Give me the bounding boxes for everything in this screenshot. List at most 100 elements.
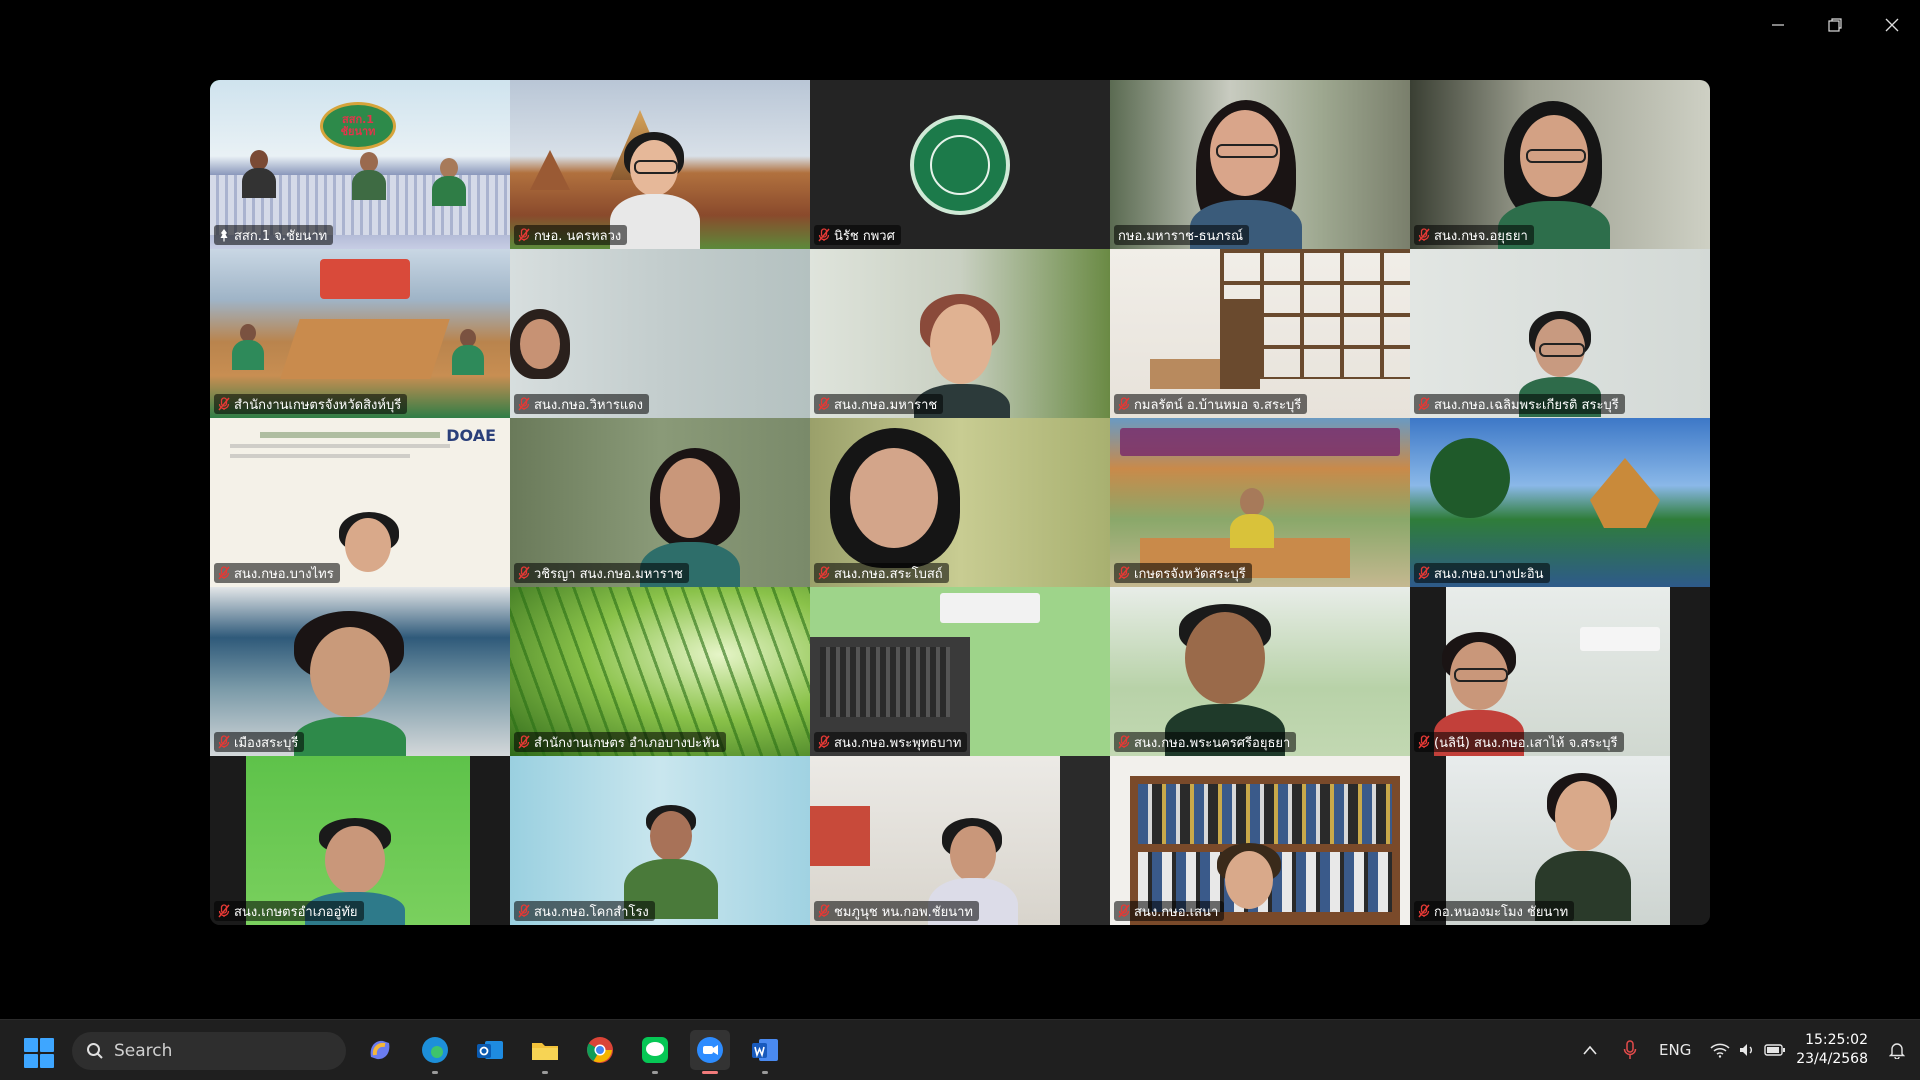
participant-name-tag: กมลรัตน์ อ.บ้านหมอ จ.สระบุรี [1114, 394, 1308, 414]
participant-name: สนง.กษอ.เสนา [1134, 904, 1219, 920]
participant-name: เกษตรจังหวัดสระบุรี [1134, 566, 1246, 582]
video-tile[interactable]: สนง.กษอ.โคกสำโรง [510, 756, 810, 925]
participant-name: สนง.กษอ.โคกสำโรง [534, 904, 649, 920]
input-language[interactable]: ENG [1650, 1041, 1700, 1059]
chrome-icon [587, 1037, 613, 1063]
copilot-button[interactable] [360, 1030, 400, 1070]
participant-name-tag: นิรัช กพวศ [814, 225, 901, 245]
search-label: Search [114, 1041, 173, 1061]
participant-name: สนง.กษจ.อยุธยา [1434, 228, 1528, 244]
video-tile[interactable]: นิรัช กพวศ [810, 80, 1110, 249]
video-tile[interactable]: สนง.กษอ.วิหารแดง [510, 249, 810, 418]
participant-name-tag: วชิรญา สนง.กษอ.มหาราช [514, 563, 689, 583]
mic-muted-icon [818, 735, 830, 749]
participant-name: กมลรัตน์ อ.บ้านหมอ จ.สระบุรี [1134, 397, 1302, 413]
taskbar-search[interactable]: Search [72, 1032, 346, 1070]
mic-muted-icon [218, 397, 230, 411]
participant-name-tag: สนง.กษอ.พระนครศรีอยุธยา [1114, 732, 1297, 752]
video-tile[interactable]: สนง.กษอ.บางปะอิน [1410, 418, 1710, 587]
participant-name: นิรัช กพวศ [834, 228, 895, 244]
notifications-button[interactable] [1882, 1041, 1912, 1059]
video-tile[interactable]: สนง.กษอ.สระโบสถ์ [810, 418, 1110, 587]
video-tile[interactable]: เกษตรจังหวัดสระบุรี [1110, 418, 1410, 587]
video-tile[interactable]: สนง.กษอ.เสนา [1110, 756, 1410, 925]
network-volume-battery-button[interactable] [1700, 1042, 1796, 1058]
video-tile[interactable]: กษอ.มหาราช-ธนภรณ์ [1110, 80, 1410, 249]
video-tile[interactable]: สสก.1 ชัยนาท สสก.1 จ.ชัยนาท [210, 80, 510, 249]
participant-name-tag: เมืองสระบุรี [214, 732, 305, 752]
video-tile[interactable]: สนง.กษจ.อยุธยา [1410, 80, 1710, 249]
mic-muted-icon [818, 566, 830, 580]
participant-name: สนง.กษอ.สระโบสถ์ [834, 566, 943, 582]
taskbar: Search ENG 15:25:02 23/4/2568 [0, 1019, 1920, 1080]
file-explorer-button[interactable] [525, 1030, 565, 1074]
line-button[interactable] [635, 1030, 675, 1074]
participant-name-tag: กอ.หนองมะโมง ชัยนาท [1414, 901, 1575, 921]
video-tile[interactable]: สำนักงานเกษตร อำเภอบางปะหัน [510, 587, 810, 756]
participant-name: สนง.กษอ.วิหารแดง [534, 397, 644, 413]
close-icon [1885, 18, 1898, 32]
chevron-up-icon [1583, 1045, 1597, 1055]
clock-time: 15:25:02 [1805, 1032, 1868, 1048]
volume-icon [1740, 1044, 1753, 1056]
mic-muted-icon [1418, 228, 1430, 242]
minimize-button[interactable] [1749, 0, 1806, 50]
mic-muted-icon [1118, 735, 1130, 749]
show-hidden-icons-button[interactable] [1570, 1045, 1610, 1055]
mic-muted-icon [218, 904, 230, 918]
edge-button[interactable] [415, 1030, 455, 1074]
clock-date: 23/4/2568 [1796, 1051, 1868, 1067]
mic-muted-icon [218, 566, 230, 580]
video-tile[interactable]: สนง.กษอ.มหาราช [810, 249, 1110, 418]
microphone-button[interactable] [1610, 1040, 1650, 1060]
mic-muted-icon [218, 735, 230, 749]
mic-muted-icon [518, 904, 530, 918]
participant-name: สนง.กษอ.พระนครศรีอยุธยา [1134, 735, 1291, 751]
participant-name-tag: (นลินี) สนง.กษอ.เสาไห้ จ.สระบุรี [1414, 732, 1624, 752]
video-tile[interactable]: ชมภูนุช หน.กอพ.ชัยนาท [810, 756, 1110, 925]
participant-name: กอ.หนองมะโมง ชัยนาท [1434, 904, 1569, 920]
zoom-button[interactable] [690, 1030, 730, 1074]
start-button[interactable] [24, 1038, 54, 1068]
mic-muted-icon [1418, 904, 1430, 918]
video-tile[interactable]: สำนักงานเกษตรจังหวัดสิงห์บุรี [210, 249, 510, 418]
line-icon [642, 1037, 668, 1063]
participant-name-tag: สนง.กษจ.อยุธยา [1414, 225, 1534, 245]
word-button[interactable] [745, 1030, 785, 1074]
chrome-button[interactable] [580, 1030, 620, 1070]
participant-name: สนง.กษอ.มหาราช [834, 397, 938, 413]
outlook-icon [477, 1041, 503, 1059]
bell-icon [1889, 1043, 1905, 1059]
video-tile[interactable]: เมืองสระบุรี [210, 587, 510, 756]
mic-muted-icon [518, 735, 530, 749]
mic-muted-icon [818, 904, 830, 918]
participant-name: สสก.1 จ.ชัยนาท [234, 228, 328, 244]
video-tile[interactable]: สนง.กษอ.พระพุทธบาท [810, 587, 1110, 756]
video-tile[interactable]: กษอ. นครหลวง [510, 80, 810, 249]
video-tile[interactable]: กอ.หนองมะโมง ชัยนาท [1410, 756, 1710, 925]
participant-name-tag: เกษตรจังหวัดสระบุรี [1114, 563, 1252, 583]
mic-muted-icon [1118, 566, 1130, 580]
participant-name: สนง.กษอ.เฉลิมพระเกียรติ สระบุรี [1434, 397, 1619, 413]
participant-name: สนง.กษอ.บางไทร [234, 566, 334, 582]
video-gallery: สสก.1 ชัยนาท สสก.1 จ.ชัยนาท กษอ. นครหลวง… [210, 80, 1710, 925]
video-tile[interactable]: (นลินี) สนง.กษอ.เสาไห้ จ.สระบุรี [1410, 587, 1710, 756]
participant-name-tag: สนง.กษอ.มหาราช [814, 394, 944, 414]
search-icon [87, 1043, 103, 1059]
video-tile[interactable]: สนง.เกษตรอำเภออู่ทัย [210, 756, 510, 925]
video-tile[interactable]: สนง.กษอ.เฉลิมพระเกียรติ สระบุรี [1410, 249, 1710, 418]
video-tile[interactable]: DOAE สนง.กษอ.บางไทร [210, 418, 510, 587]
restore-button[interactable] [1806, 0, 1863, 50]
close-button[interactable] [1863, 0, 1920, 50]
outlook-button[interactable] [470, 1030, 510, 1070]
pin-icon [218, 228, 230, 242]
video-tile[interactable]: สนง.กษอ.พระนครศรีอยุธยา [1110, 587, 1410, 756]
participant-name-tag: สำนักงานเกษตรจังหวัดสิงห์บุรี [214, 394, 408, 414]
participant-name-tag: สสก.1 จ.ชัยนาท [214, 225, 334, 245]
clock[interactable]: 15:25:02 23/4/2568 [1796, 1031, 1868, 1069]
video-tile[interactable]: วชิรญา สนง.กษอ.มหาราช [510, 418, 810, 587]
zoom-icon [697, 1037, 723, 1063]
video-tile[interactable]: กมลรัตน์ อ.บ้านหมอ จ.สระบุรี [1110, 249, 1410, 418]
mic-muted-icon [1418, 397, 1430, 411]
participant-name-tag: สนง.กษอ.เสนา [1114, 901, 1225, 921]
